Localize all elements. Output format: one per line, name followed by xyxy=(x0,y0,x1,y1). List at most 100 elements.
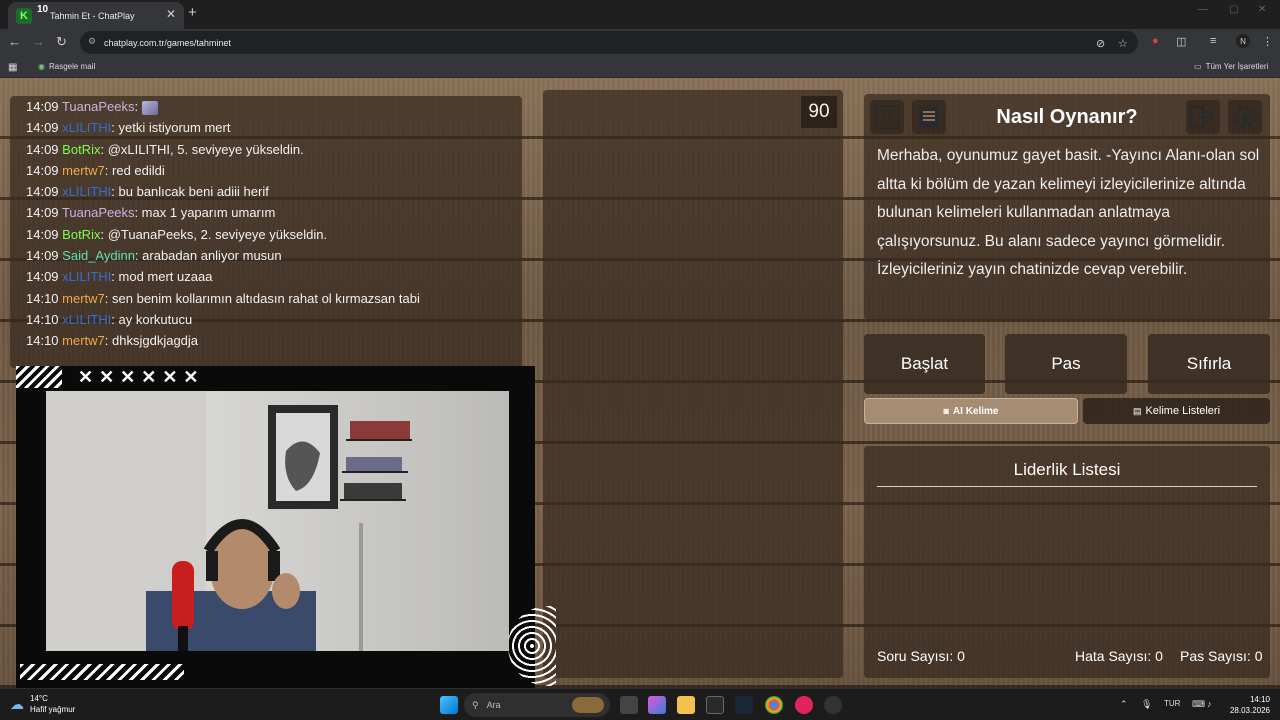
chat-time: 14:09 xyxy=(26,205,59,221)
decor-x-marks: ✕✕✕✕✕✕ xyxy=(78,367,205,387)
system-clock[interactable]: 14:10 28.03.2026 xyxy=(1222,694,1270,716)
chat-username[interactable]: mertw7 xyxy=(62,163,105,178)
robot-icon: ◙ xyxy=(943,406,949,416)
all-bookmarks-item[interactable]: ▭ Tüm Yer İşaretleri xyxy=(1194,62,1268,71)
chrome-icon[interactable] xyxy=(765,696,783,714)
windows-taskbar: ☁ 14°C Hafif yağmur ⚲ Ara ⌃ 🎙 TUR ⌨ ♪ 14… xyxy=(0,688,1280,720)
pass-button[interactable]: Pas xyxy=(1005,334,1127,394)
chat-text: : bu banlıcak beni adiii herif xyxy=(111,184,269,200)
weather-widget[interactable]: ☁ 14°C Hafif yağmur xyxy=(10,693,75,715)
media-control-icon[interactable]: ≡ xyxy=(1210,35,1216,47)
tab-title: Tahmin Et - ChatPlay xyxy=(50,10,135,21)
profile-avatar[interactable]: N xyxy=(1236,34,1250,48)
webcam-scene xyxy=(46,391,412,651)
ai-word-button[interactable]: ◙ AI Kelime xyxy=(864,398,1078,424)
new-tab-icon[interactable]: + xyxy=(188,4,197,21)
chat-username[interactable]: Said_Aydinn xyxy=(62,248,135,263)
chat-message: 14:09 xLILITHI: yetki istiyorum mert xyxy=(10,117,522,138)
window-close-icon[interactable]: ✕ xyxy=(1258,4,1266,15)
bookmark-star-icon[interactable]: ☆ xyxy=(1118,37,1128,50)
chat-time: 14:09 xyxy=(26,141,59,157)
steam-icon[interactable] xyxy=(735,696,753,714)
all-bookmarks-label: Tüm Yer İşaretleri xyxy=(1205,62,1269,71)
timer-display: 90 xyxy=(801,96,837,128)
chat-emote-icon xyxy=(141,100,158,115)
chat-message: 14:09 xLILITHI: mod mert uzaaa xyxy=(10,266,522,287)
chat-time: 14:09 xyxy=(26,162,59,178)
chat-username[interactable]: BotRix xyxy=(62,227,100,242)
search-icon: ⚲ xyxy=(472,699,479,710)
chat-message: 14:09 TuanaPeeks: xyxy=(10,96,522,117)
chat-list: 14:09 TuanaPeeks: 14:09 xLILITHI: yetki … xyxy=(10,96,522,368)
bookmarks-bar: ▦ ◉ Rasgele mail ▭ Tüm Yer İşaretleri xyxy=(0,56,1280,78)
extensions-puzzle-icon[interactable]: ◫ xyxy=(1176,35,1186,48)
chat-message: 14:09 TuanaPeeks: max 1 yaparım umarım xyxy=(10,202,522,223)
start-button[interactable]: Başlat xyxy=(864,334,985,394)
chat-text: : mod mert uzaaa xyxy=(111,269,213,285)
chat-username[interactable]: xLILITHI xyxy=(62,184,111,199)
clock-date: 28.03.2026 xyxy=(1229,706,1270,715)
task-view-icon[interactable] xyxy=(620,696,638,714)
copilot-icon[interactable] xyxy=(648,696,666,714)
weather-temp: 14°C xyxy=(30,694,48,703)
chat-username[interactable]: mertw7 xyxy=(62,291,105,306)
chat-message: 14:10 mertw7: sen benim kollarımın altıd… xyxy=(10,288,522,309)
kick-favicon-icon: K xyxy=(16,7,32,24)
word-lists-button[interactable]: ▤ Kelime Listeleri xyxy=(1083,398,1270,424)
decor-circle xyxy=(508,606,556,686)
browser-toolbar: ← → ↻ ⚙ chatplay.com.tr/games/tahminet ⊘… xyxy=(0,29,1280,56)
search-placeholder: Ara xyxy=(486,700,501,710)
chat-username[interactable]: xLILITHI xyxy=(62,269,111,284)
url-text: chatplay.com.tr/games/tahminet xyxy=(104,37,231,48)
windows-start-icon[interactable] xyxy=(440,696,458,714)
address-bar[interactable]: ⚙ chatplay.com.tr/games/tahminet ⊘ ☆ xyxy=(80,31,1138,54)
file-explorer-icon[interactable] xyxy=(677,696,695,714)
ai-word-label: AI Kelime xyxy=(952,405,999,417)
app-red-icon[interactable] xyxy=(795,696,813,714)
tab-active[interactable]: K 10 Tahmin Et - ChatPlay ✕ xyxy=(8,2,184,29)
chat-text: : @xLILITHI, 5. seviyeye yükseldin. xyxy=(100,141,304,157)
store-icon[interactable] xyxy=(706,696,724,714)
chat-message: 14:10 xLILITHI: ay korkutucu xyxy=(10,309,522,330)
chat-username[interactable]: BotRix xyxy=(62,142,100,157)
reload-icon[interactable]: ↻ xyxy=(56,34,67,50)
browser-tabstrip: K 10 Tahmin Et - ChatPlay ✕ + — ▢ ✕ xyxy=(0,0,1280,29)
game-page: 14:09 TuanaPeeks: 14:09 xLILITHI: yetki … xyxy=(0,78,1280,688)
network-icon[interactable]: ⌨ xyxy=(1192,699,1205,710)
how-to-play-panel: Nasıl Oynanır? Merhaba, oyunumuz gayet b… xyxy=(864,94,1270,320)
favicon-badge: 10 xyxy=(37,4,49,15)
chat-message: 14:09 mertw7: red edildi xyxy=(10,160,522,181)
menu-kebab-icon[interactable]: ⋮ xyxy=(1262,35,1273,48)
minimize-icon[interactable]: — xyxy=(1198,4,1208,15)
bookmark-item[interactable]: ◉ Rasgele mail xyxy=(38,62,95,71)
taskbar-search[interactable]: ⚲ Ara xyxy=(464,693,610,717)
back-icon[interactable]: ← xyxy=(8,34,21,49)
chat-username[interactable]: mertw7 xyxy=(62,333,105,348)
forward-icon[interactable]: → xyxy=(32,34,45,49)
site-info-icon[interactable]: ⚙ xyxy=(88,36,96,47)
maximize-icon[interactable]: ▢ xyxy=(1229,4,1238,15)
language-indicator[interactable]: TUR xyxy=(1164,699,1180,708)
webcam-video xyxy=(46,391,509,651)
app-gear-icon[interactable] xyxy=(824,696,842,714)
exit-icon[interactable] xyxy=(1186,100,1220,134)
settings-gear-icon[interactable] xyxy=(1228,100,1262,134)
chat-username[interactable]: TuanaPeeks xyxy=(62,99,135,114)
volume-icon[interactable]: ♪ xyxy=(1207,699,1212,709)
chat-text: : arabadan anliyor musun xyxy=(134,248,282,264)
chat-username[interactable]: xLILITHI xyxy=(62,120,111,135)
tab-close-icon[interactable]: ✕ xyxy=(166,7,176,21)
chat-message: 14:09 xLILITHI: bu banlıcak beni adiii h… xyxy=(10,181,522,202)
reset-button[interactable]: Sıfırla xyxy=(1148,334,1270,394)
chat-username[interactable]: TuanaPeeks xyxy=(62,205,135,220)
chat-username[interactable]: xLILITHI xyxy=(62,312,111,327)
decor-stripes-bottom xyxy=(20,664,184,680)
microphone-icon[interactable]: 🎙 xyxy=(1141,699,1152,710)
extension-icon[interactable]: ● xyxy=(1152,35,1159,47)
chat-time: 14:10 xyxy=(26,333,59,349)
chat-time: 14:09 xyxy=(26,184,59,200)
eye-off-icon[interactable]: ⊘ xyxy=(1096,37,1105,50)
chat-text: : dhksjgdkjagdja xyxy=(104,333,199,349)
apps-grid-icon[interactable]: ▦ xyxy=(8,62,17,73)
tray-chevron-icon[interactable]: ⌃ xyxy=(1120,699,1128,710)
